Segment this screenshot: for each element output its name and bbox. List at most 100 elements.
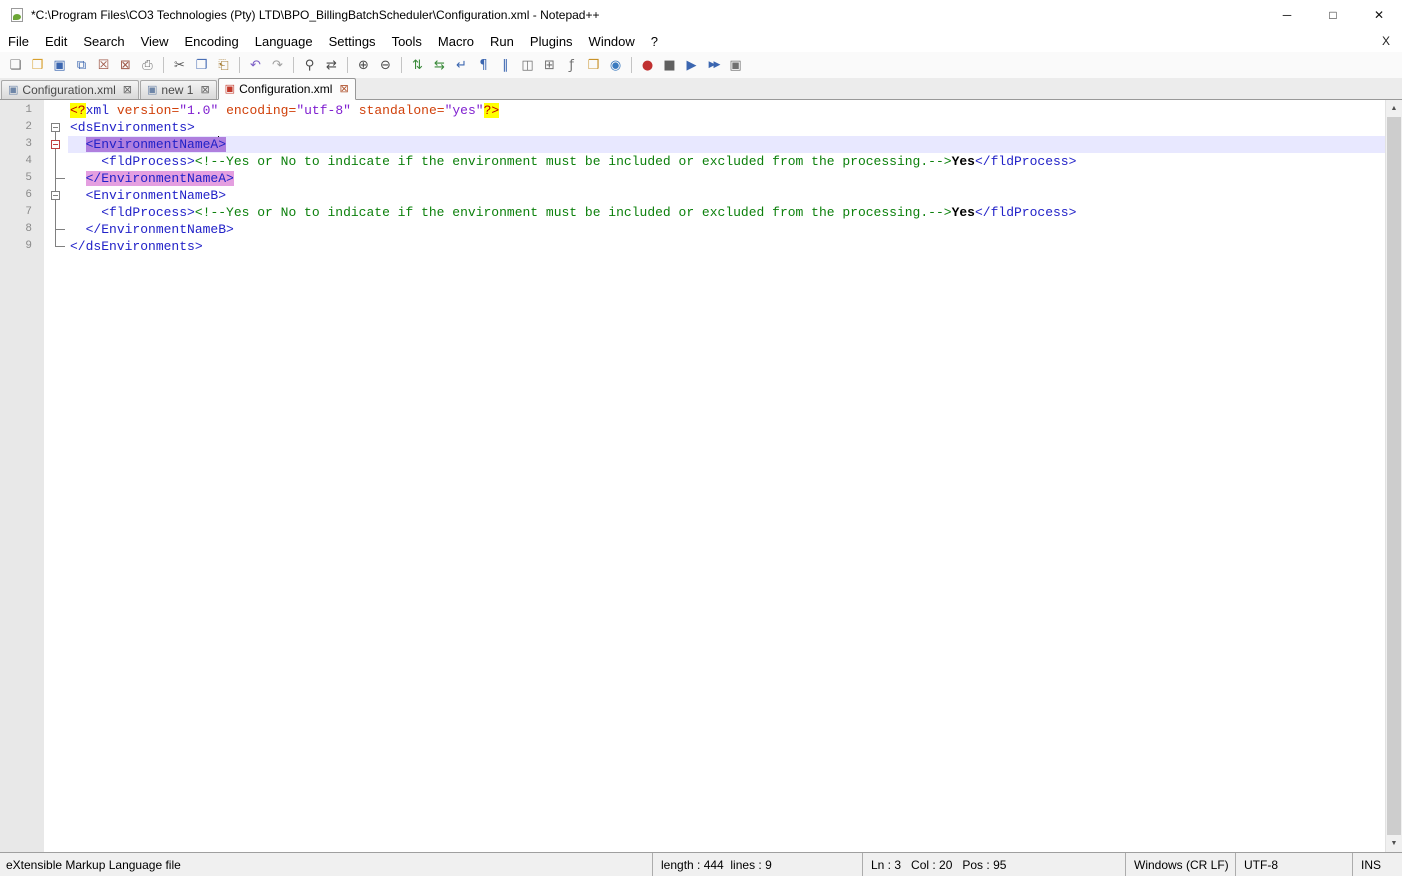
run-macro-multiple-times-icon[interactable]: ▶▶ bbox=[704, 56, 723, 75]
tab-1-configuration-xml[interactable]: ▣ Configuration.xml ⊠ bbox=[1, 80, 139, 99]
menu-close-button[interactable]: X bbox=[1370, 34, 1402, 48]
tab-close-icon[interactable]: ⊠ bbox=[200, 84, 209, 96]
menu-item-tools[interactable]: Tools bbox=[384, 30, 430, 52]
menu-item-run[interactable]: Run bbox=[482, 30, 522, 52]
playback-macro-icon[interactable]: ▶ bbox=[682, 56, 701, 75]
word-wrap-icon[interactable]: ↵ bbox=[452, 56, 471, 75]
tab-close-icon[interactable]: ⊠ bbox=[339, 83, 348, 95]
fold-guide bbox=[44, 170, 68, 187]
open-folder-icon[interactable]: ❒ bbox=[28, 56, 47, 75]
scroll-down-arrow-icon[interactable]: ▼ bbox=[1386, 835, 1402, 852]
playback-macro-icon: ▶ bbox=[686, 57, 697, 73]
function-list-icon[interactable]: ƒ bbox=[562, 56, 581, 75]
undo-icon: ↶ bbox=[250, 57, 261, 73]
menu-item-window[interactable]: Window bbox=[581, 30, 643, 52]
find-icon[interactable]: ⚲ bbox=[300, 56, 319, 75]
code-line-8[interactable]: </EnvironmentNameB> bbox=[68, 221, 1385, 238]
status-bar: eXtensible Markup Language file length :… bbox=[0, 852, 1402, 876]
code-line-7[interactable]: <fldProcess><!--Yes or No to indicate if… bbox=[68, 204, 1385, 221]
new-file-icon[interactable]: ❏ bbox=[6, 56, 25, 75]
undo-icon[interactable]: ↶ bbox=[246, 56, 265, 75]
fold-toggle-icon[interactable] bbox=[44, 136, 68, 153]
redo-icon[interactable]: ↷ bbox=[268, 56, 287, 75]
scroll-up-arrow-icon[interactable]: ▲ bbox=[1386, 100, 1402, 117]
menu-item-encoding[interactable]: Encoding bbox=[177, 30, 247, 52]
tab-close-icon[interactable]: ⊠ bbox=[123, 84, 132, 96]
save-icon: ▣ bbox=[53, 57, 66, 73]
close-file-icon[interactable]: ☒ bbox=[94, 56, 113, 75]
menu-item-help[interactable]: ? bbox=[643, 30, 666, 52]
monitoring-icon[interactable]: ◉ bbox=[606, 56, 625, 75]
show-all-characters-icon[interactable]: ¶ bbox=[474, 56, 493, 75]
save-recorded-macro-icon[interactable]: ▣ bbox=[726, 56, 745, 75]
code-line-2[interactable]: <dsEnvironments> bbox=[68, 119, 1385, 136]
run-macro-multiple-times-icon: ▶▶ bbox=[708, 59, 721, 70]
maximize-button[interactable]: □ bbox=[1310, 0, 1356, 30]
zoom-in-icon[interactable]: ⊕ bbox=[354, 56, 373, 75]
replace-icon: ⇄ bbox=[326, 57, 337, 73]
status-encoding: UTF-8 bbox=[1235, 853, 1352, 876]
menu-item-edit[interactable]: Edit bbox=[37, 30, 75, 52]
stop-recording-icon: ■ bbox=[663, 57, 676, 73]
line-number: 9 bbox=[25, 240, 32, 252]
open-folder-icon: ❒ bbox=[31, 57, 44, 73]
minimize-button[interactable]: ─ bbox=[1264, 0, 1310, 30]
code-line-3[interactable]: <EnvironmentNameA> bbox=[68, 136, 1385, 153]
fold-toggle-icon[interactable] bbox=[44, 119, 68, 136]
menu-item-search[interactable]: Search bbox=[75, 30, 132, 52]
code-line-4[interactable]: <fldProcess><!--Yes or No to indicate if… bbox=[68, 153, 1385, 170]
close-all-icon[interactable]: ⊠ bbox=[116, 56, 135, 75]
tab-3-configuration-xml[interactable]: ▣ Configuration.xml ⊠ bbox=[217, 78, 356, 100]
save-all-icon: ⧉ bbox=[76, 57, 87, 73]
toolbar-separator bbox=[293, 57, 294, 73]
vertical-scrollbar[interactable]: ▲ ▼ bbox=[1385, 100, 1402, 852]
sync-vertical-scroll-icon[interactable]: ⇅ bbox=[408, 56, 427, 75]
menu-item-plugins[interactable]: Plugins bbox=[522, 30, 581, 52]
menu-item-language[interactable]: Language bbox=[247, 30, 321, 52]
code-line-1[interactable]: <?xml version="1.0" encoding="utf-8" sta… bbox=[68, 102, 1385, 119]
sync-vertical-scroll-icon: ⇅ bbox=[412, 57, 423, 73]
menu-item-view[interactable]: View bbox=[133, 30, 177, 52]
scroll-thumb[interactable] bbox=[1387, 117, 1401, 835]
replace-icon[interactable]: ⇄ bbox=[322, 56, 341, 75]
code-line-6[interactable]: <EnvironmentNameB> bbox=[68, 187, 1385, 204]
paste-icon[interactable]: ⎗ bbox=[214, 56, 233, 75]
copy-icon[interactable]: ❐ bbox=[192, 56, 211, 75]
cut-icon[interactable]: ✂ bbox=[170, 56, 189, 75]
save-recorded-macro-icon: ▣ bbox=[729, 57, 742, 73]
line-number: 6 bbox=[25, 189, 32, 201]
user-defined-dialog-icon[interactable]: ◫ bbox=[518, 56, 537, 75]
save-icon[interactable]: ▣ bbox=[50, 56, 69, 75]
save-all-icon[interactable]: ⧉ bbox=[72, 56, 91, 75]
text-editor[interactable]: <?xml version="1.0" encoding="utf-8" sta… bbox=[68, 100, 1385, 852]
status-eol-format: Windows (CR LF) bbox=[1125, 853, 1235, 876]
record-macro-icon[interactable]: ● bbox=[638, 56, 657, 75]
fold-toggle-icon[interactable] bbox=[44, 187, 68, 204]
menu-item-macro[interactable]: Macro bbox=[430, 30, 482, 52]
code-line-9[interactable]: </dsEnvironments> bbox=[68, 238, 1385, 255]
notepadpp-app-icon bbox=[9, 7, 25, 23]
menu-item-settings[interactable]: Settings bbox=[321, 30, 384, 52]
fold-guide bbox=[44, 153, 68, 170]
record-macro-icon: ● bbox=[641, 57, 654, 73]
code-line-5[interactable]: </EnvironmentNameA> bbox=[68, 170, 1385, 187]
stop-recording-icon[interactable]: ■ bbox=[660, 56, 679, 75]
menu-item-file[interactable]: File bbox=[0, 30, 37, 52]
zoom-out-icon[interactable]: ⊖ bbox=[376, 56, 395, 75]
close-button[interactable]: ✕ bbox=[1356, 0, 1402, 30]
sync-horizontal-scroll-icon[interactable]: ⇆ bbox=[430, 56, 449, 75]
line-number-margin[interactable]: 1 2 3 4 5 6 7 8 9 bbox=[0, 100, 44, 852]
line-number: 2 bbox=[25, 121, 32, 133]
tab-2-new-1[interactable]: ▣ new 1 ⊠ bbox=[140, 80, 217, 99]
scroll-track[interactable] bbox=[1386, 117, 1402, 835]
fold-margin[interactable] bbox=[44, 100, 68, 852]
show-indent-guide-icon[interactable]: ∥ bbox=[496, 56, 515, 75]
folder-as-workspace-icon[interactable]: ❒ bbox=[584, 56, 603, 75]
document-map-icon: ⊞ bbox=[544, 57, 555, 73]
window-controls: ─ □ ✕ bbox=[1264, 0, 1402, 30]
tab-label: Configuration.xml bbox=[239, 82, 333, 96]
line-number: 1 bbox=[25, 104, 32, 116]
print-icon[interactable]: ⎙ bbox=[138, 56, 157, 75]
document-map-icon[interactable]: ⊞ bbox=[540, 56, 559, 75]
line-number: 5 bbox=[25, 172, 32, 184]
